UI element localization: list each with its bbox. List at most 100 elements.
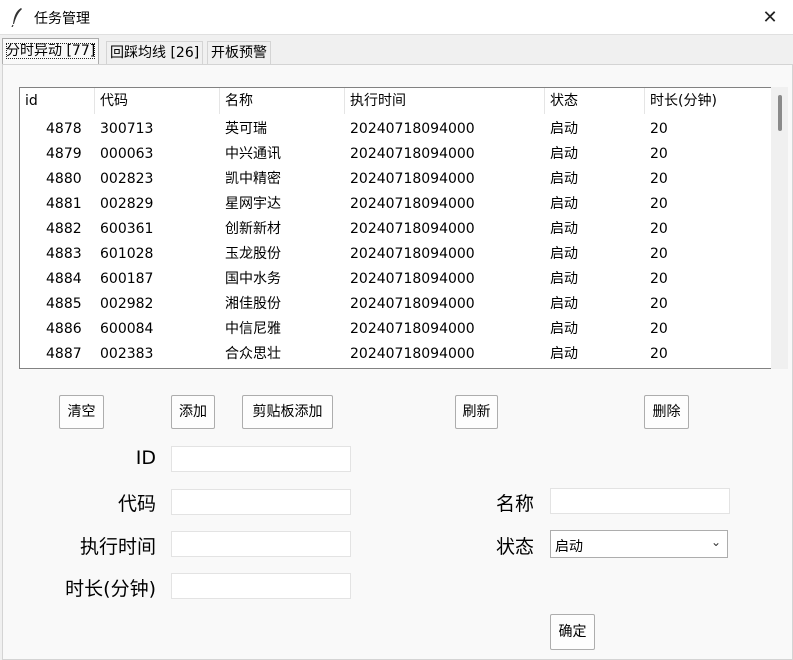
table-row[interactable]: 4883 601028 玉龙股份 20240718094000 启动 20: [20, 242, 771, 267]
tab-label: 开板预警: [211, 45, 267, 61]
name-field[interactable]: [550, 488, 730, 514]
name-label: 名称: [495, 493, 534, 515]
add-button[interactable]: 添加: [171, 395, 215, 429]
table-row[interactable]: 4882 600361 创新新材 20240718094000 启动 20: [20, 217, 771, 242]
cell-duration: 20: [650, 121, 668, 137]
table-header: id 代码 名称 执行时间 状态 时长(分钟): [20, 88, 771, 114]
scrollbar-thumb[interactable]: [778, 95, 782, 131]
cell-name: 英可瑞: [225, 121, 267, 137]
cell-code: 300713: [100, 121, 154, 137]
tab-fenshi[interactable]: 分时异动 [77]: [2, 38, 100, 64]
col-status[interactable]: 状态: [545, 88, 645, 114]
cell-status: 启动: [550, 196, 578, 212]
cell-exec-time: 20240718094000: [350, 246, 475, 262]
cell-id: 4886: [46, 321, 82, 337]
id-label: ID: [135, 447, 156, 469]
clipboard-add-button[interactable]: 剪贴板添加: [242, 395, 333, 429]
feather-icon: [11, 8, 22, 27]
cell-name: 创新新材: [225, 221, 281, 237]
status-label: 状态: [495, 536, 534, 558]
cell-exec-time: 20240718094000: [350, 221, 475, 237]
duration-label: 时长(分钟): [65, 578, 156, 600]
cell-code: 002982: [100, 296, 154, 312]
cell-status: 启动: [550, 171, 578, 187]
cell-exec-time: 20240718094000: [350, 196, 475, 212]
tab-huicai[interactable]: 回踩均线 [26]: [106, 41, 204, 64]
cell-name: 合众思壮: [225, 346, 281, 362]
cell-id: 4878: [46, 121, 82, 137]
cell-name: 湘佳股份: [225, 296, 281, 312]
duration-field[interactable]: [171, 573, 351, 599]
cell-duration: 20: [650, 346, 668, 362]
confirm-button[interactable]: 确定: [550, 614, 595, 650]
col-exec-time[interactable]: 执行时间: [345, 88, 545, 114]
id-field[interactable]: [171, 446, 351, 472]
task-table[interactable]: id 代码 名称 执行时间 状态 时长(分钟) 4878 300713 英可瑞 …: [19, 87, 772, 369]
col-id[interactable]: id: [20, 88, 95, 114]
cell-id: 4880: [46, 171, 82, 187]
chevron-down-icon[interactable]: ⌄: [711, 535, 721, 549]
cell-duration: 20: [650, 196, 668, 212]
code-field[interactable]: [171, 489, 351, 515]
cell-exec-time: 20240718094000: [350, 121, 475, 137]
table-body: 4878 300713 英可瑞 20240718094000 启动 20 487…: [20, 117, 771, 367]
code-label: 代码: [117, 493, 156, 515]
cell-id: 4884: [46, 271, 82, 287]
delete-button-label: 删除: [652, 404, 681, 420]
cell-code: 002383: [100, 346, 154, 362]
cell-code: 601028: [100, 246, 154, 262]
close-icon[interactable]: ✕: [747, 0, 793, 34]
cell-name: 玉龙股份: [225, 246, 281, 262]
table-row[interactable]: 4887 002383 合众思壮 20240718094000 启动 20: [20, 342, 771, 367]
cell-id: 4885: [46, 296, 82, 312]
cell-status: 启动: [550, 296, 578, 312]
cell-name: 星网宇达: [225, 196, 281, 212]
cell-exec-time: 20240718094000: [350, 271, 475, 287]
tab-label: 回踩均线 [26]: [110, 45, 200, 61]
table-row[interactable]: 4878 300713 英可瑞 20240718094000 启动 20: [20, 117, 771, 142]
table-row[interactable]: 4884 600187 国中水务 20240718094000 启动 20: [20, 267, 771, 292]
status-select[interactable]: 启动 ⌄: [550, 530, 728, 558]
cell-status: 启动: [550, 271, 578, 287]
cell-id: 4887: [46, 346, 82, 362]
table-row[interactable]: 4881 002829 星网宇达 20240718094000 启动 20: [20, 192, 771, 217]
cell-code: 600361: [100, 221, 154, 237]
cell-id: 4882: [46, 221, 82, 237]
cell-name: 中信尼雅: [225, 321, 281, 337]
cell-code: 002829: [100, 196, 154, 212]
refresh-button-label: 刷新: [462, 404, 491, 420]
cell-status: 启动: [550, 121, 578, 137]
table-row[interactable]: 4886 600084 中信尼雅 20240718094000 启动 20: [20, 317, 771, 342]
cell-duration: 20: [650, 321, 668, 337]
table-row[interactable]: 4879 000063 中兴通讯 20240718094000 启动 20: [20, 142, 771, 167]
table-row[interactable]: 4880 002823 凯中精密 20240718094000 启动 20: [20, 167, 771, 192]
cell-id: 4879: [46, 146, 82, 162]
cell-duration: 20: [650, 221, 668, 237]
exec-time-field[interactable]: [171, 531, 351, 557]
table-row[interactable]: 4885 002982 湘佳股份 20240718094000 启动 20: [20, 292, 771, 317]
clear-button[interactable]: 清空: [59, 395, 104, 429]
col-name[interactable]: 名称: [220, 88, 345, 114]
cell-name: 凯中精密: [225, 171, 281, 187]
cell-code: 002823: [100, 171, 154, 187]
cell-code: 600084: [100, 321, 154, 337]
refresh-button[interactable]: 刷新: [455, 395, 498, 429]
delete-button[interactable]: 删除: [644, 395, 689, 429]
clear-button-label: 清空: [67, 404, 96, 420]
cell-code: 600187: [100, 271, 154, 287]
cell-status: 启动: [550, 246, 578, 262]
col-code[interactable]: 代码: [95, 88, 220, 114]
cell-code: 000063: [100, 146, 154, 162]
clipboard-add-button-label: 剪贴板添加: [252, 404, 323, 420]
window-title: 任务管理: [34, 11, 90, 27]
col-duration[interactable]: 时长(分钟): [645, 88, 771, 114]
cell-id: 4881: [46, 196, 82, 212]
cell-status: 启动: [550, 146, 578, 162]
cell-duration: 20: [650, 296, 668, 312]
cell-id: 4883: [46, 246, 82, 262]
confirm-button-label: 确定: [558, 624, 587, 640]
vertical-scrollbar[interactable]: [771, 87, 788, 369]
add-button-label: 添加: [179, 404, 207, 420]
cell-name: 中兴通讯: [225, 146, 281, 162]
tab-kaiban[interactable]: 开板预警: [207, 41, 271, 64]
